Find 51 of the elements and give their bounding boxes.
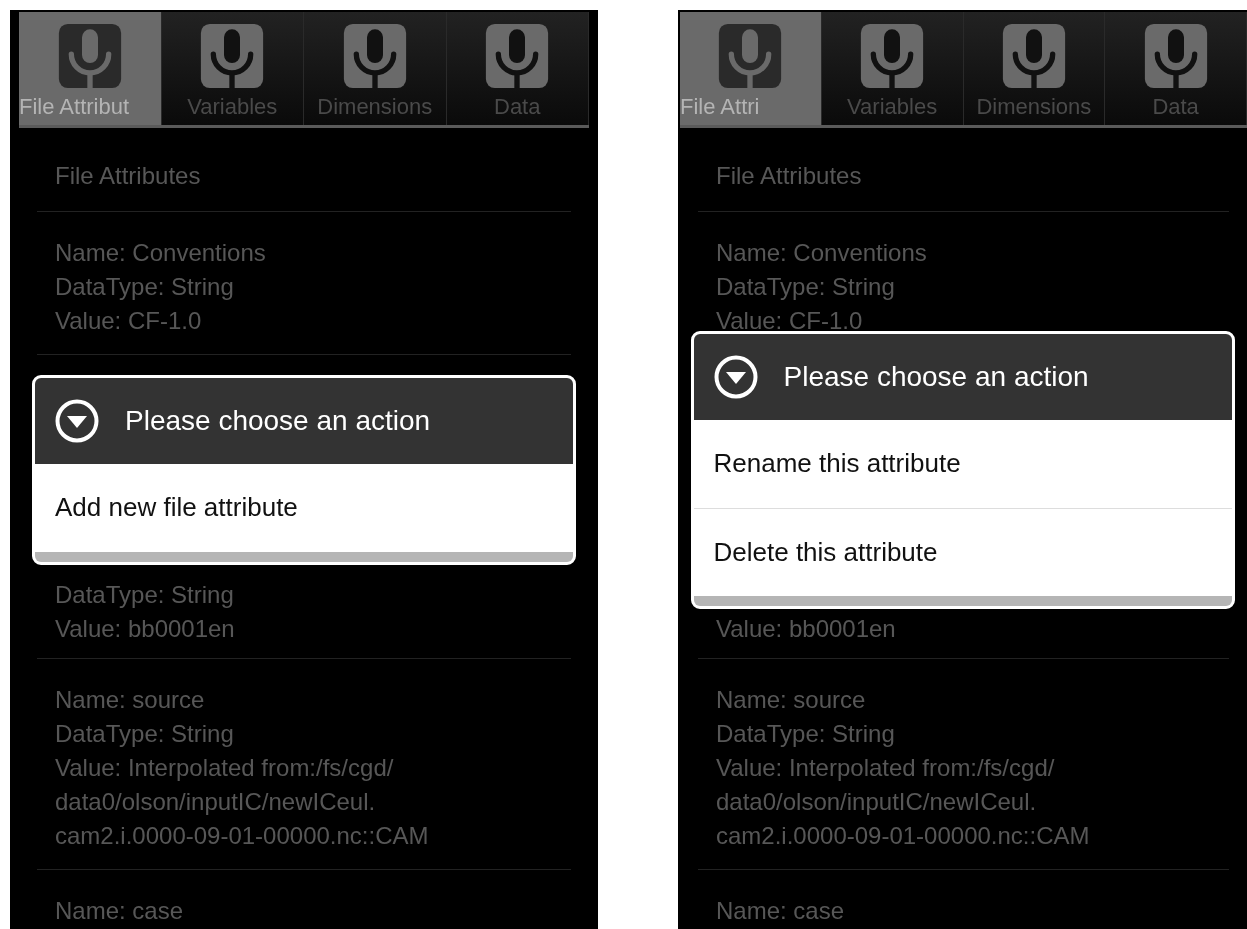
attribute-text: cam2.i.0000-09-01-00000.nc::CAM — [716, 820, 1091, 851]
tab[interactable]: Variables — [821, 12, 964, 125]
attribute-text: DataType: String — [55, 271, 235, 302]
dropdown-circle-icon — [713, 354, 758, 399]
tab[interactable]: File Attribut — [19, 12, 162, 125]
dialog-title: Please choose an action — [125, 403, 431, 438]
tab[interactable]: Dimensions — [963, 12, 1106, 125]
tab-label: Data — [1151, 93, 1200, 121]
attribute-text: DataType: String — [716, 271, 896, 302]
attribute-text: DataType: String — [55, 718, 235, 749]
attribute-text: Name: case — [716, 895, 846, 926]
attribute-text: Name: source — [716, 684, 867, 715]
attribute-text: Name: Conventions — [716, 237, 928, 268]
microphone-icon — [718, 24, 783, 88]
microphone-icon — [1001, 24, 1066, 88]
dialog-title: Please choose an action — [783, 359, 1089, 394]
attribute-text: Name: case — [55, 895, 185, 926]
tab-label: File Attri — [680, 93, 761, 121]
tab-label: Variables — [186, 93, 279, 121]
section-header: File Attributes — [698, 128, 1229, 212]
microphone-icon — [1143, 24, 1208, 88]
microphone-icon — [57, 24, 122, 88]
tab-label: Data — [493, 93, 542, 121]
attribute-text: cam2.i.0000-09-01-00000.nc::CAM — [55, 820, 430, 851]
attribute-text: DataType: String — [716, 718, 896, 749]
tab[interactable]: File Attri — [680, 12, 822, 125]
tab[interactable]: Variables — [161, 12, 304, 125]
tab-label: File Attribut — [19, 93, 131, 121]
microphone-icon — [485, 24, 550, 88]
attribute-text: Value: CF-1.0 — [716, 305, 864, 336]
attribute-text: DataType: String — [55, 579, 235, 610]
microphone-icon — [342, 24, 407, 88]
attribute-text: Name: source — [55, 684, 206, 715]
tab[interactable]: Data — [1105, 12, 1247, 125]
attribute-text: data0/olson/inputIC/newICeul. — [55, 786, 377, 817]
tab-label: Dimensions — [316, 93, 434, 121]
microphone-icon — [200, 24, 265, 88]
section-header: File Attributes — [37, 128, 571, 212]
tab-label: Dimensions — [975, 93, 1093, 121]
attribute-text: data0/olson/inputIC/newICeul. — [716, 786, 1038, 817]
attribute-text: Value: bb0001en — [55, 613, 236, 644]
attribute-text: Value: Interpolated from:/fs/cgd/ — [716, 752, 1056, 783]
attribute-text: Value: Interpolated from:/fs/cgd/ — [55, 752, 395, 783]
tab-label: Variables — [846, 93, 939, 121]
microphone-icon — [860, 24, 925, 88]
tab[interactable]: Data — [446, 12, 589, 125]
attribute-text: Value: CF-1.0 — [55, 305, 203, 336]
attribute-text: Value: bb0001en — [716, 613, 897, 644]
tab[interactable]: Dimensions — [304, 12, 447, 125]
attribute-text: Name: Conventions — [55, 237, 267, 268]
dropdown-circle-icon — [55, 398, 99, 443]
